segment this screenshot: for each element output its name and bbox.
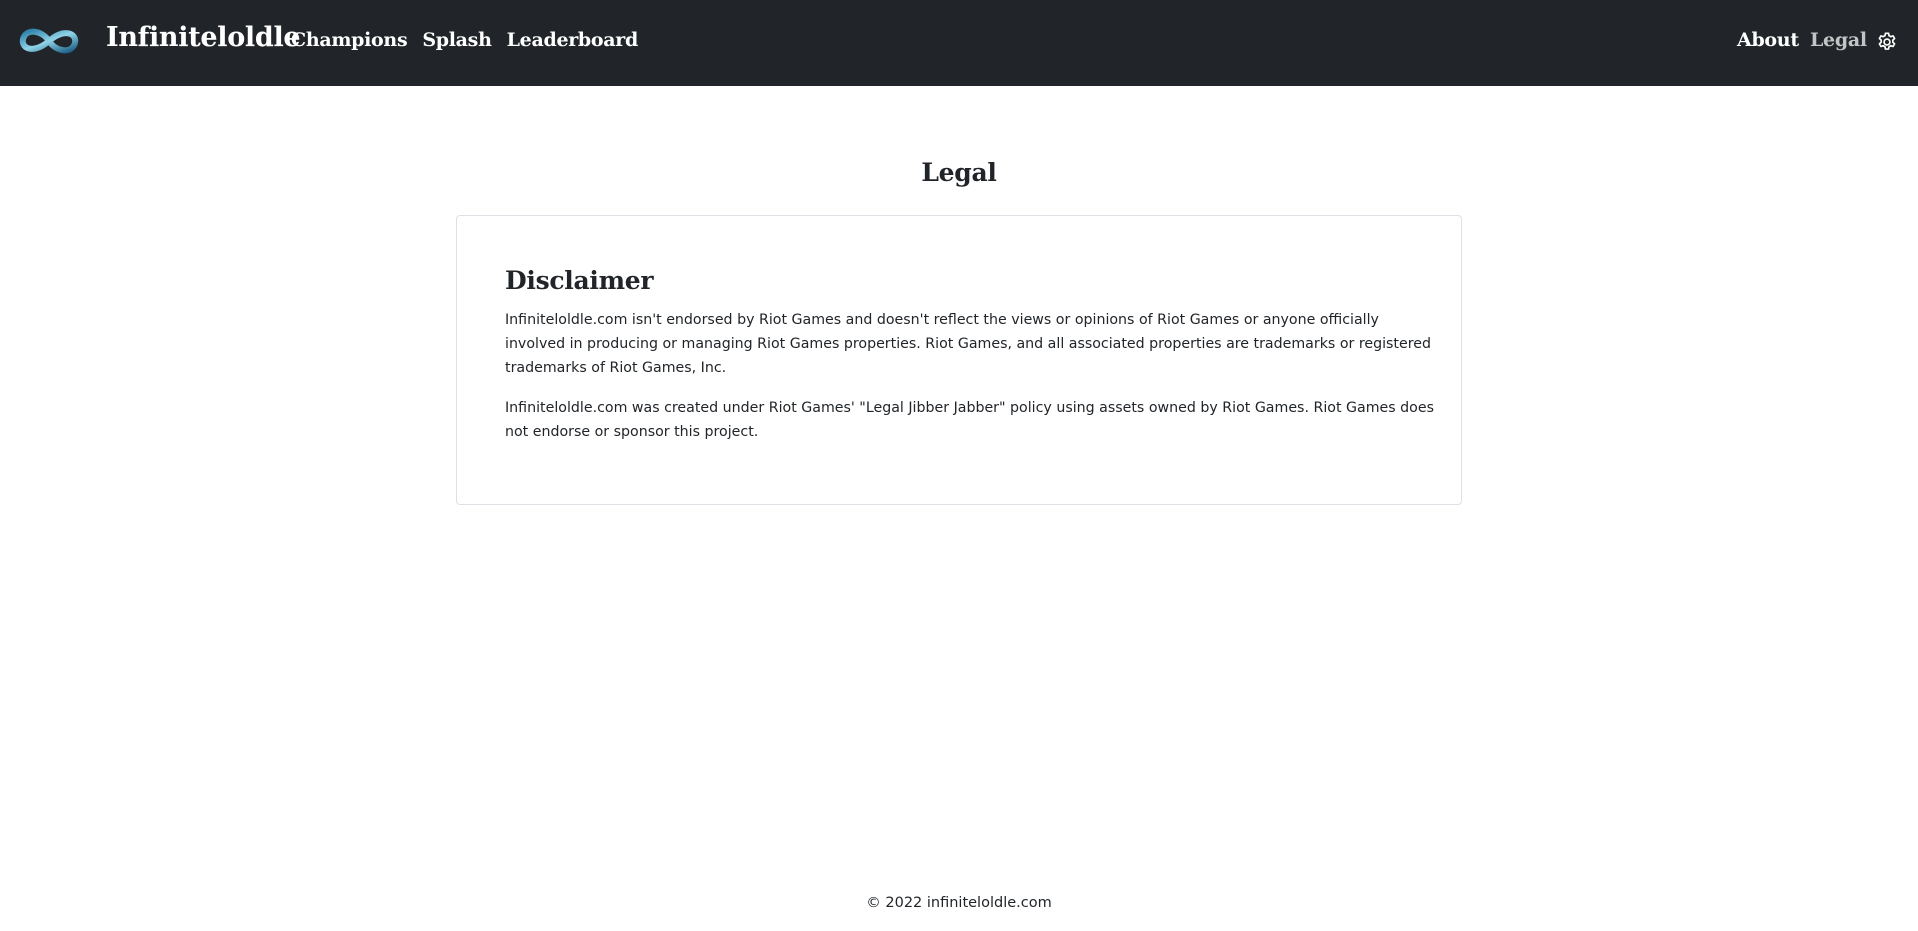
nav-link-legal[interactable]: Legal — [1810, 29, 1867, 51]
disclaimer-heading: Disclaimer — [505, 266, 654, 295]
disclaimer-paragraph-1: Infiniteloldle.com isn't endorsed by Rio… — [505, 312, 1431, 376]
footer-copyright: © 2022 infiniteloldle.com — [866, 895, 1052, 911]
infinity-logo-icon[interactable] — [18, 24, 80, 58]
nav-link-champions[interactable]: Champions — [291, 29, 408, 51]
page-title: Legal — [921, 158, 997, 187]
brand-link[interactable]: Infiniteloldle — [106, 22, 301, 53]
nav-link-splash[interactable]: Splash — [422, 29, 492, 51]
main-nav: Champions Splash Leaderboard — [291, 29, 638, 51]
top-navbar: Infiniteloldle Champions Splash Leaderbo… — [0, 0, 1918, 86]
disclaimer-paragraph-2: Infiniteloldle.com was created under Rio… — [505, 400, 1434, 440]
nav-link-about[interactable]: About — [1737, 29, 1799, 51]
disclaimer-card: Disclaimer Infiniteloldle.com isn't endo… — [456, 215, 1462, 505]
nav-link-leaderboard[interactable]: Leaderboard — [507, 29, 639, 51]
gear-icon[interactable] — [1876, 31, 1898, 53]
